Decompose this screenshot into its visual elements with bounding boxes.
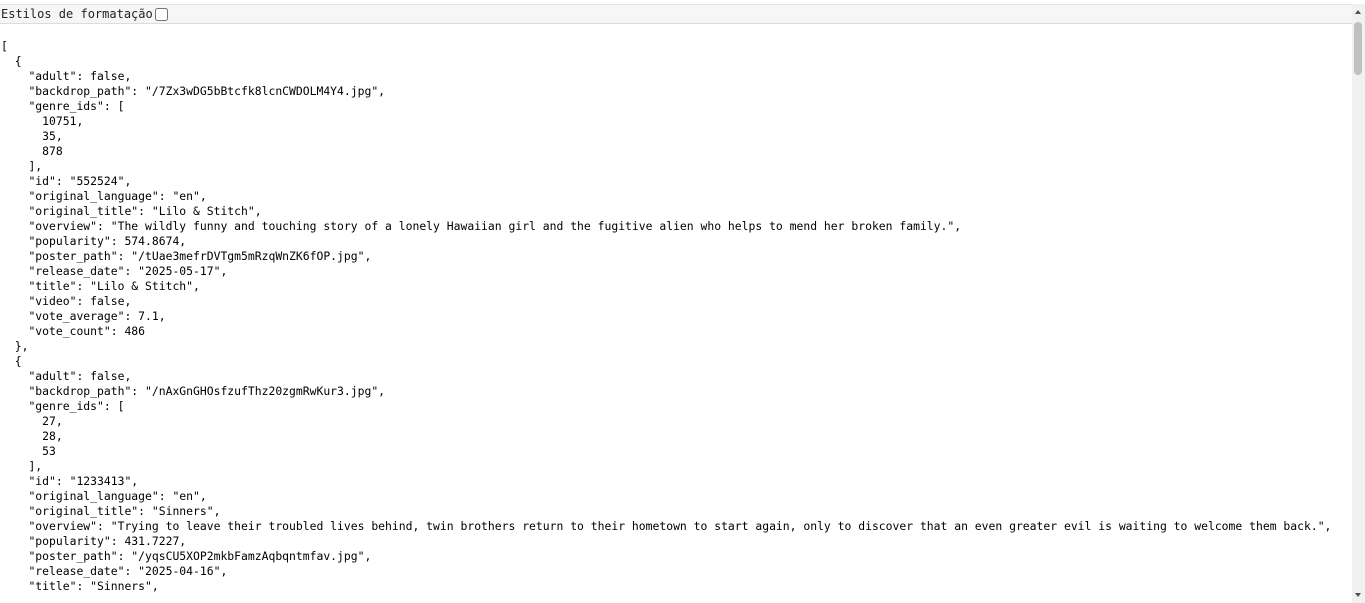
formatting-styles-label: Estilos de formatação — [1, 7, 153, 21]
scroll-down-arrow-icon[interactable] — [1355, 593, 1361, 597]
raw-json-content: [ { "adult": false, "backdrop_path": "/7… — [1, 39, 1332, 593]
vertical-scrollbar[interactable] — [1352, 4, 1365, 603]
formatting-styles-checkbox[interactable] — [154, 7, 168, 21]
scrollbar-thumb[interactable] — [1354, 22, 1362, 75]
scroll-up-arrow-icon[interactable] — [1355, 10, 1361, 14]
formatting-bar: Estilos de formatação — [0, 4, 1352, 24]
